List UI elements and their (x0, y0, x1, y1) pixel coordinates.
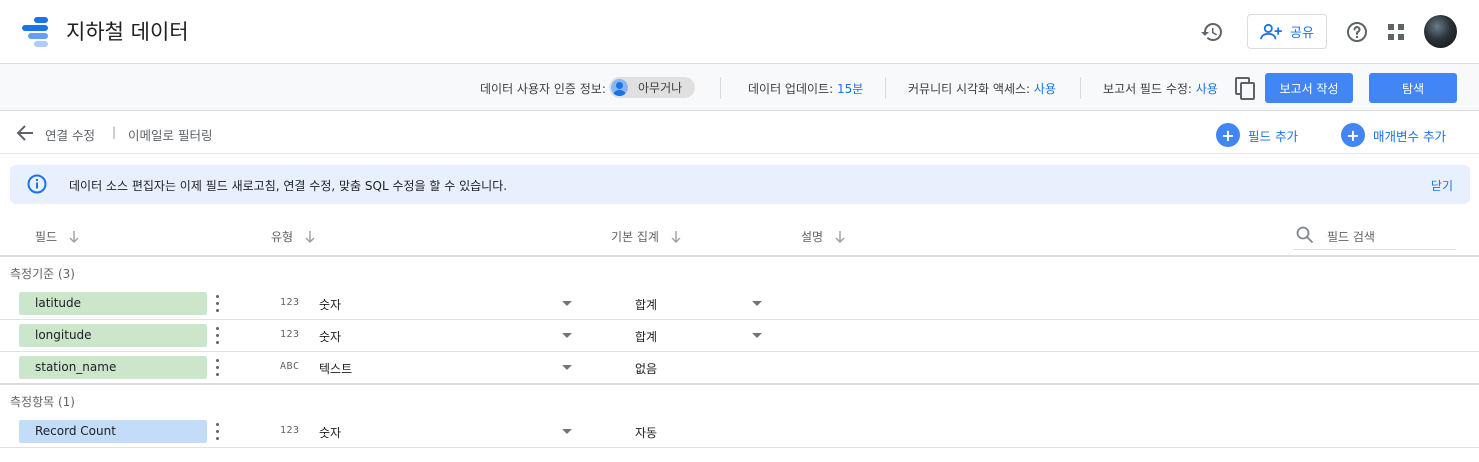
column-header-aggregation[interactable]: 기본 집계 (611, 228, 681, 245)
field-type-select[interactable]: 텍스트 (319, 360, 352, 377)
table-row: Record Count 123 숫자 자동 (0, 416, 1479, 448)
table-row: station_name ABC 텍스트 없음 (0, 352, 1479, 384)
report-edit-label: 보고서 필드 수정: (1103, 82, 1192, 96)
report-field-editing: 보고서 필드 수정: 사용 (1103, 80, 1218, 97)
number-type-icon: 123 (280, 425, 300, 436)
column-aggregation-label: 기본 집계 (611, 230, 659, 244)
add-parameter-label: 매개변수 추가 (1373, 128, 1446, 144)
type-dropdown-icon[interactable] (562, 429, 572, 434)
number-type-icon: 123 (280, 297, 300, 308)
divider (720, 77, 721, 99)
aggregation-value: 자동 (635, 426, 658, 440)
info-icon (27, 174, 47, 194)
field-name-chip[interactable]: station_name (19, 356, 207, 379)
field-type-select[interactable]: 숫자 (319, 296, 341, 313)
column-description-label: 설명 (801, 230, 824, 244)
field-type-select[interactable]: 숫자 (319, 424, 341, 441)
sort-arrow-icon (835, 230, 845, 243)
field-search-placeholder: 필드 검색 (1327, 230, 1375, 244)
copy-icon[interactable] (1234, 76, 1256, 100)
add-person-icon (1260, 23, 1282, 39)
divider (885, 77, 886, 99)
aggregation-select[interactable]: 합계 (635, 296, 657, 313)
plus-icon: + (1216, 123, 1240, 147)
more-options-icon[interactable] (214, 294, 222, 314)
sort-arrow-icon (671, 230, 681, 243)
credentials-chip[interactable]: 아무거나 (609, 77, 695, 98)
column-type-label: 유형 (271, 230, 294, 244)
column-header-description[interactable]: 설명 (801, 228, 845, 245)
version-history-icon[interactable] (1200, 20, 1224, 44)
create-report-button[interactable]: 보고서 작성 (1265, 73, 1353, 103)
aggregation-select[interactable]: 합계 (635, 328, 657, 345)
add-field-button[interactable]: + 필드 추가 (1216, 123, 1298, 147)
looker-studio-logo[interactable] (22, 17, 54, 47)
more-options-icon[interactable] (214, 358, 222, 378)
group-divider (0, 383, 1479, 385)
aggregation-value: 없음 (635, 362, 658, 376)
banner-message: 데이터 소스 편집자는 이제 필드 새로고침, 연결 수정, 맞춤 SQL 수정… (69, 179, 508, 193)
dimensions-group-label: 측정기준 (3) (10, 267, 75, 281)
more-options-icon[interactable] (214, 326, 222, 346)
app-header: 지하철 데이터 공유 (0, 0, 1479, 64)
more-options-icon[interactable] (214, 422, 222, 442)
data-source-title[interactable]: 지하철 데이터 (66, 16, 189, 46)
info-banner: 데이터 소스 편집자는 이제 필드 새로고침, 연결 수정, 맞춤 SQL 수정… (10, 165, 1470, 204)
field-search-box[interactable]: 필드 검색 (1294, 225, 1456, 250)
freshness-label: 데이터 업데이트: (748, 82, 834, 96)
field-type-select[interactable]: 숫자 (319, 328, 341, 345)
number-type-icon: 123 (280, 329, 300, 340)
report-edit-link[interactable]: 사용 (1196, 82, 1218, 96)
type-dropdown-icon[interactable] (562, 333, 572, 338)
share-label: 공유 (1290, 26, 1314, 41)
community-link[interactable]: 사용 (1034, 82, 1056, 96)
field-name-chip[interactable]: Record Count (19, 420, 207, 443)
explore-button[interactable]: 탐색 (1369, 73, 1457, 103)
fields-toolbar: 연결 수정 | 이메일로 필터링 + 필드 추가 + 매개변수 추가 (0, 111, 1479, 154)
data-source-info-bar: 데이터 사용자 인증 정보: 아무거나 데이터 업데이트: 15분 커뮤니티 시… (0, 64, 1479, 111)
table-row: longitude 123 숫자 합계 (0, 320, 1479, 352)
dismiss-banner-button[interactable]: 닫기 (1431, 177, 1453, 194)
search-icon (1296, 226, 1314, 244)
aggregation-dropdown-icon[interactable] (752, 301, 762, 306)
sort-arrow-icon (69, 230, 79, 243)
aggregation-dropdown-icon[interactable] (752, 333, 762, 338)
type-dropdown-icon[interactable] (562, 365, 572, 370)
text-type-icon: ABC (280, 361, 300, 372)
field-name-chip[interactable]: latitude (19, 292, 207, 315)
credentials-label: 데이터 사용자 인증 정보: (480, 82, 606, 96)
account-avatar[interactable] (1424, 15, 1457, 48)
filter-by-email-link[interactable]: 이메일로 필터링 (128, 125, 212, 144)
fields-table-header: 필드 유형 기본 집계 설명 필드 검색 (0, 215, 1479, 257)
back-arrow-icon[interactable] (16, 124, 34, 142)
toolbar-separator: | (112, 125, 117, 139)
column-header-type[interactable]: 유형 (271, 228, 315, 245)
data-freshness: 데이터 업데이트: 15분 (748, 80, 863, 97)
help-icon[interactable] (1345, 20, 1369, 44)
credentials-value: 아무거나 (638, 81, 683, 95)
edit-connection-link[interactable]: 연결 수정 (45, 125, 95, 144)
add-parameter-button[interactable]: + 매개변수 추가 (1341, 123, 1446, 147)
plus-icon: + (1341, 123, 1365, 147)
community-viz-access: 커뮤니티 시각화 액세스: 사용 (908, 80, 1056, 97)
sort-arrow-icon (305, 230, 315, 243)
share-button[interactable]: 공유 (1247, 14, 1327, 49)
field-name-chip[interactable]: longitude (19, 324, 207, 347)
add-field-label: 필드 추가 (1248, 128, 1298, 144)
table-row: latitude 123 숫자 합계 (0, 288, 1479, 320)
column-header-field[interactable]: 필드 (35, 228, 79, 245)
community-label: 커뮤니티 시각화 액세스: (908, 82, 1031, 96)
column-field-label: 필드 (35, 230, 58, 244)
divider (1080, 77, 1081, 99)
freshness-link[interactable]: 15분 (837, 82, 863, 96)
type-dropdown-icon[interactable] (562, 301, 572, 306)
metrics-group-label: 측정항목 (1) (10, 395, 75, 409)
person-icon (611, 79, 628, 96)
apps-grid-icon[interactable] (1384, 20, 1408, 44)
